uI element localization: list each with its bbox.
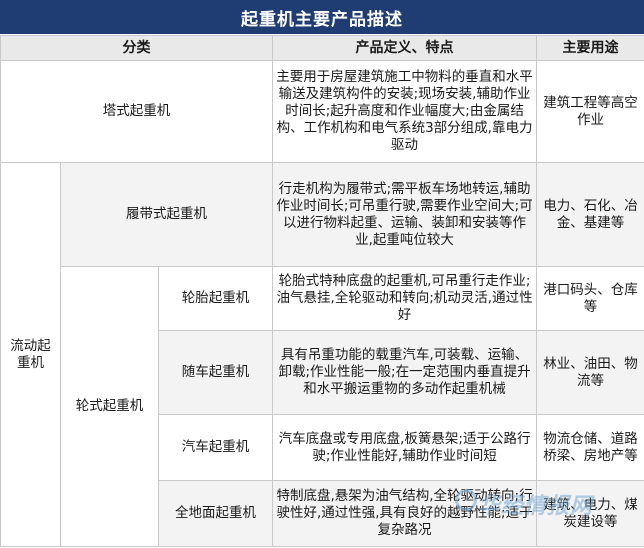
desc-truck-mounted: 具有吊重功能的载重汽车,可装载、运输、卸载;作业性能一般;在一定范围内垂直提升和… [272,330,538,415]
header-definition: 产品定义、特点 [272,35,538,61]
table-title: 起重机主要产品描述 [0,0,644,34]
category-truck-mounted: 随车起重机 [157,330,274,415]
desc-truck: 汽车底盘或专用底盘,板簧悬架;适于公路行驶;作业性能好,辅助作业时间短 [272,414,538,481]
category-tower: 塔式起重机 [0,60,274,163]
use-crawler: 电力、石化、冶金、基建等 [536,162,644,267]
category-tire: 轮胎起重机 [157,266,274,331]
use-truck: 物流仓储、道路桥梁、房地产等 [536,414,644,481]
table-row: 塔式起重机 主要用于房屋建筑施工中物料的垂直和水平输送及建筑构件的安装;现场安装… [0,60,644,163]
table-row: 轮式起重机 轮胎起重机 轮胎式特种底盘的起重机,可吊重行走作业;油气悬挂,全轮驱… [1,266,644,547]
category-truck: 汽车起重机 [157,414,274,481]
use-truck-mounted: 林业、油田、物流等 [536,330,644,415]
category-crawler: 履带式起重机 [59,162,274,267]
use-tower: 建筑工程等高空作业 [536,60,644,163]
header-usage: 主要用途 [536,35,644,61]
use-tire: 港口码头、仓库等 [536,266,644,331]
header-category: 分类 [0,35,274,61]
page: 起重机主要产品描述 分类 产品定义、特点 主要用途 塔式起重机 主要用于房屋建筑… [0,0,644,548]
product-table: 分类 产品定义、特点 主要用途 塔式起重机 主要用于房屋建筑施工中物料的垂直和水… [0,35,644,547]
desc-tower: 主要用于房屋建筑施工中物料的垂直和水平输送及建筑构件的安装;现场安装,辅助作业时… [272,60,538,163]
category-mobile: 流动起重机 [0,162,61,547]
header-row: 分类 产品定义、特点 主要用途 [0,35,644,61]
desc-tire: 轮胎式特种底盘的起重机,可吊重行走作业;油气悬挂,全轮驱动和转向;机动灵活,通过… [272,266,538,331]
table-row: 流动起重机 履带式起重机 行走机构为履带式;需平板车场地转运,辅助作业时间长;可… [0,162,644,547]
watermark: 华经情报网 [478,494,594,519]
desc-crawler: 行走机构为履带式;需平板车场地转运,辅助作业时间长;可吊重行驶,需要作业空间大;… [272,162,538,267]
watermark-logo-icon [455,489,477,511]
category-wheeled: 轮式起重机 [60,266,159,547]
category-all-terrain: 全地面起重机 [157,480,274,547]
